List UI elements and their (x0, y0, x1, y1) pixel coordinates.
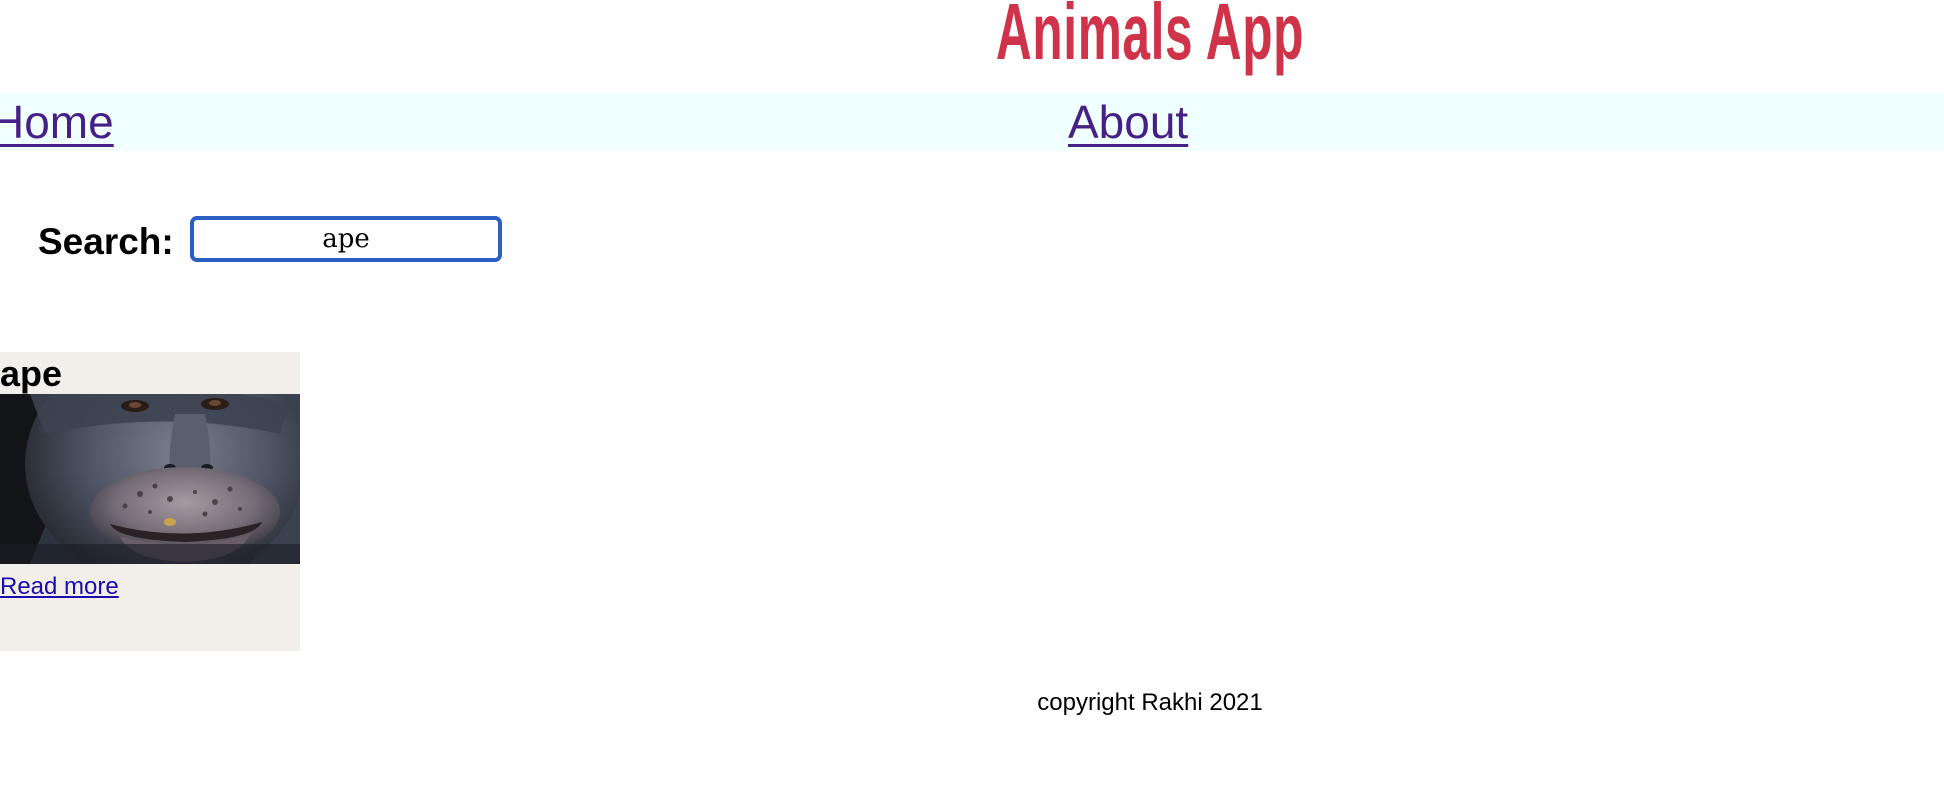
result-card-title: ape (0, 353, 63, 394)
search-input[interactable] (190, 216, 502, 262)
nav-home-link[interactable]: Home (0, 97, 114, 147)
navbar: Home About (0, 93, 1944, 151)
result-card: ape Read more (0, 352, 300, 651)
app-title: Animals App (995, 0, 1305, 76)
footer-copyright: copyright Rakhi 2021 (1037, 689, 1263, 716)
read-more-link[interactable]: Read more (0, 572, 119, 602)
nav-about-link[interactable]: About (1068, 97, 1188, 147)
search-label: Search: (38, 221, 174, 262)
result-card-image (0, 394, 300, 564)
